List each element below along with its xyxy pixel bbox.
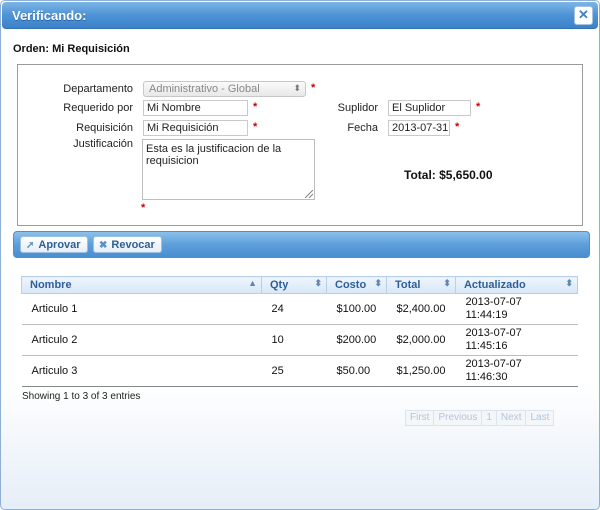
justificacion-textarea[interactable]: Esta es la justificacion de la requisici… xyxy=(142,139,315,200)
cell-qty: 25 xyxy=(261,355,327,387)
sort-both-icon: ⬍ xyxy=(443,278,451,288)
pager-page-1-button[interactable]: 1 xyxy=(481,410,497,426)
requisicion-input[interactable]: Mi Requisición xyxy=(143,120,248,136)
order-total: Total: $5,650.00 xyxy=(404,168,493,182)
cell-total: $2,000.00 xyxy=(386,324,456,356)
requisition-form: Departamento Administrativo - Global ⬍ *… xyxy=(17,64,583,226)
select-arrows-icon: ⬍ xyxy=(293,83,301,93)
departamento-label: Departamento xyxy=(63,83,133,95)
column-header-total[interactable]: Total ⬍ xyxy=(386,276,456,294)
dialog-title: Verificando: xyxy=(12,8,87,23)
dialog-titlebar[interactable]: Verificando: ✕ xyxy=(2,2,598,29)
cell-actualizado: 2013-07-07 11:44:19 xyxy=(455,293,578,325)
requerido-label: Requerido por xyxy=(63,102,133,114)
header-label: Total xyxy=(395,279,421,291)
departamento-value: Administrativo - Global xyxy=(149,83,260,95)
suplidor-label: Suplidor xyxy=(337,102,378,114)
sort-both-icon: ⬍ xyxy=(374,278,382,288)
required-mark: * xyxy=(253,101,258,113)
fecha-input[interactable]: 2013-07-31 xyxy=(388,120,450,136)
pager-first-button[interactable]: First xyxy=(405,410,435,426)
justificacion-text: Esta es la justificacion de la requisici… xyxy=(146,143,282,167)
cell-qty: 10 xyxy=(261,324,327,356)
pager-previous-button[interactable]: Previous xyxy=(433,410,483,426)
cell-actualizado: 2013-07-07 11:45:16 xyxy=(455,324,578,356)
sort-asc-icon: ▲ xyxy=(248,278,257,288)
pager-next-button[interactable]: Next xyxy=(495,410,527,426)
sort-both-icon: ⬍ xyxy=(314,278,322,288)
fecha-label: Fecha xyxy=(347,122,378,134)
resize-grip-icon[interactable] xyxy=(305,190,313,198)
table-header-row: Nombre ▲ Qty ⬍ Costo ⬍ Total ⬍ Actualizado ⬍ xyxy=(21,276,579,294)
table-row[interactable]: Articulo 2 10 $200.00 $2,000.00 2013-07-… xyxy=(21,324,578,356)
cell-date: 2013-07-07 xyxy=(465,358,522,370)
revoke-label: Revocar xyxy=(111,239,155,251)
column-header-qty[interactable]: Qty ⬍ xyxy=(261,276,327,294)
required-mark: * xyxy=(455,121,460,133)
close-button[interactable]: ✕ xyxy=(574,6,593,25)
cell-costo: $50.00 xyxy=(326,355,387,387)
cell-nombre: Articulo 3 xyxy=(21,355,262,387)
approve-button[interactable]: ➚ Aprovar xyxy=(20,236,88,253)
arrow-up-right-icon: ➚ xyxy=(26,240,35,251)
required-mark: * xyxy=(253,121,258,133)
cell-time: 11:46:30 xyxy=(465,371,508,383)
approve-label: Aprovar xyxy=(38,239,81,251)
requerido-input[interactable]: Mi Nombre xyxy=(143,100,248,116)
table-row[interactable]: Articulo 3 25 $50.00 $1,250.00 2013-07-0… xyxy=(21,355,578,387)
cell-costo: $100.00 xyxy=(326,293,387,325)
cell-nombre: Articulo 1 xyxy=(21,293,262,325)
order-title: Orden: Mi Requisición xyxy=(13,43,130,55)
cell-date: 2013-07-07 xyxy=(465,296,522,308)
cell-qty: 24 xyxy=(261,293,327,325)
cell-actualizado: 2013-07-07 11:46:30 xyxy=(455,355,578,387)
cell-time: 11:45:16 xyxy=(465,340,508,352)
required-mark: * xyxy=(141,202,146,214)
dialog: Verificando: ✕ Orden: Mi Requisición Dep… xyxy=(0,0,600,510)
header-label: Actualizado xyxy=(463,279,526,291)
header-label: Nombre xyxy=(30,279,72,291)
column-header-nombre[interactable]: Nombre ▲ xyxy=(21,276,262,294)
items-table: Nombre ▲ Qty ⬍ Costo ⬍ Total ⬍ Actualizado ⬍ … xyxy=(21,276,579,387)
header-label: Costo xyxy=(335,279,367,291)
cell-costo: $200.00 xyxy=(326,324,387,356)
cell-date: 2013-07-07 xyxy=(465,327,522,339)
cell-total: $2,400.00 xyxy=(386,293,456,325)
pagination: First Previous 1 Next Last xyxy=(405,410,555,426)
x-mark-icon: ✖ xyxy=(99,240,108,251)
required-mark: * xyxy=(311,82,316,94)
table-row[interactable]: Articulo 1 24 $100.00 $2,400.00 2013-07-… xyxy=(21,293,578,325)
suplidor-input[interactable]: El Suplidor xyxy=(388,100,471,116)
close-icon: ✕ xyxy=(578,7,589,22)
table-info: Showing 1 to 3 of 3 entries xyxy=(22,391,141,402)
cell-time: 11:44:19 xyxy=(465,309,508,321)
pager-last-button[interactable]: Last xyxy=(525,410,555,426)
departamento-select[interactable]: Administrativo - Global ⬍ xyxy=(143,81,306,97)
header-label: Qty xyxy=(270,279,289,291)
column-header-costo[interactable]: Costo ⬍ xyxy=(326,276,387,294)
required-mark: * xyxy=(476,101,481,113)
cell-nombre: Articulo 2 xyxy=(21,324,262,356)
column-header-actualizado[interactable]: Actualizado ⬍ xyxy=(454,276,579,294)
revoke-button[interactable]: ✖ Revocar xyxy=(93,236,162,253)
action-toolbar: ➚ Aprovar ✖ Revocar xyxy=(13,231,590,258)
cell-total: $1,250.00 xyxy=(386,355,456,387)
sort-both-icon: ⬍ xyxy=(565,278,573,288)
requisicion-label: Requisición xyxy=(76,122,133,134)
justificacion-label: Justificación xyxy=(73,138,133,150)
